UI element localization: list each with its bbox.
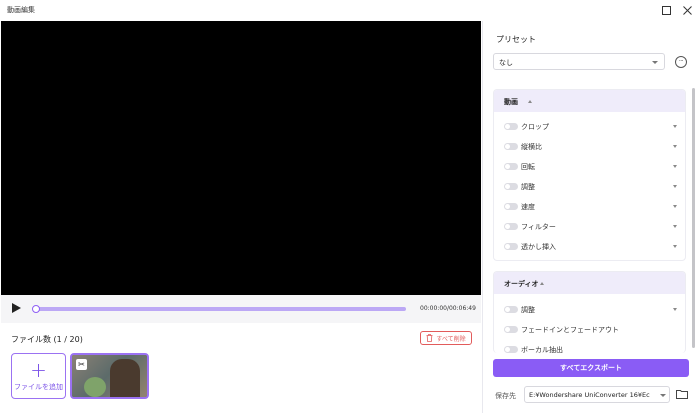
plus-icon: + bbox=[30, 357, 47, 382]
video-option-speed[interactable]: 速度 bbox=[504, 201, 682, 213]
chevron-down-icon[interactable] bbox=[673, 185, 677, 188]
audio-section-header[interactable]: オーディオ bbox=[494, 272, 685, 294]
option-label: 速度 bbox=[521, 203, 535, 211]
progress-track[interactable] bbox=[36, 307, 406, 311]
title-bar: 動画編集 bbox=[0, 0, 700, 20]
save-location-label: 保存先 bbox=[495, 392, 516, 400]
fade-toggle[interactable] bbox=[504, 326, 518, 333]
window-title: 動画編集 bbox=[7, 6, 35, 14]
audio-option-fade[interactable]: フェードインとフェードアウト bbox=[504, 324, 682, 336]
video-option-aspect-ratio[interactable]: 縦横比 bbox=[504, 141, 682, 153]
chevron-up-icon bbox=[528, 100, 532, 103]
play-icon[interactable] bbox=[12, 303, 21, 313]
chevron-down-icon[interactable] bbox=[673, 145, 677, 148]
option-label: 回転 bbox=[521, 163, 535, 171]
video-section-header[interactable]: 動画 bbox=[494, 90, 685, 112]
aspect-ratio-toggle[interactable] bbox=[504, 143, 518, 150]
player-controls: 00:00:00/00:06:49 bbox=[1, 295, 481, 323]
video-option-rotate[interactable]: 回転 bbox=[504, 161, 682, 173]
save-path-value: E:¥Wondershare UniConverter 16¥Ec bbox=[529, 391, 650, 399]
delete-all-label: すべて削除 bbox=[436, 335, 466, 343]
chevron-down-icon[interactable] bbox=[673, 165, 677, 168]
watermark-toggle[interactable] bbox=[504, 243, 518, 250]
preset-select[interactable]: なし bbox=[493, 53, 665, 70]
video-preview[interactable] bbox=[1, 21, 481, 295]
option-label: フェードインとフェードアウト bbox=[521, 326, 619, 334]
crop-toggle[interactable] bbox=[504, 123, 518, 130]
option-label: ボーカル抽出 bbox=[521, 346, 563, 353]
audio-option-vocal-extract[interactable]: ボーカル抽出 bbox=[504, 344, 682, 353]
progress-handle[interactable] bbox=[32, 305, 40, 313]
chevron-down-icon bbox=[660, 394, 666, 397]
scissors-icon[interactable]: ✂ bbox=[76, 359, 87, 370]
close-icon[interactable] bbox=[680, 3, 694, 17]
chevron-down-icon[interactable] bbox=[673, 225, 677, 228]
audio-adjust-toggle[interactable] bbox=[504, 306, 518, 313]
folder-icon[interactable] bbox=[676, 389, 688, 399]
option-label: フィルター bbox=[521, 223, 556, 231]
audio-section-title: オーディオ bbox=[504, 280, 539, 288]
file-count: ファイル数 (1 / 20) bbox=[11, 335, 83, 344]
adjust-toggle[interactable] bbox=[504, 183, 518, 190]
audio-option-adjust[interactable]: 調整 bbox=[504, 304, 682, 316]
time-display: 00:00:00/00:06:49 bbox=[420, 305, 476, 312]
chevron-down-icon[interactable] bbox=[673, 205, 677, 208]
export-all-button[interactable]: すべてエクスポート bbox=[493, 359, 689, 377]
option-label: 調整 bbox=[521, 183, 535, 191]
preset-value: なし bbox=[499, 59, 513, 67]
chevron-down-icon[interactable] bbox=[673, 125, 677, 128]
trash-icon bbox=[426, 334, 433, 342]
video-section-title: 動画 bbox=[504, 98, 518, 106]
add-file-button[interactable]: + ファイルを追加 bbox=[11, 353, 66, 399]
audio-section: オーディオ 調整 フェードインとフェードアウト ボーカル抽出 bbox=[493, 271, 686, 353]
video-option-crop[interactable]: クロップ bbox=[504, 121, 682, 133]
option-label: 縦横比 bbox=[521, 143, 542, 151]
save-location-select[interactable]: E:¥Wondershare UniConverter 16¥Ec bbox=[524, 386, 670, 403]
preset-label: プリセット bbox=[496, 35, 536, 44]
chevron-down-icon[interactable] bbox=[673, 308, 677, 311]
thumbnail-plant bbox=[84, 377, 106, 397]
panel-scrollbar[interactable] bbox=[692, 88, 695, 348]
option-label: クロップ bbox=[521, 123, 549, 131]
option-label: 調整 bbox=[521, 306, 535, 314]
chevron-down-icon[interactable] bbox=[673, 245, 677, 248]
thumbnail-person bbox=[110, 359, 140, 397]
filter-toggle[interactable] bbox=[504, 223, 518, 230]
chevron-up-icon bbox=[540, 282, 544, 285]
chevron-down-icon bbox=[652, 61, 658, 64]
video-option-filter[interactable]: フィルター bbox=[504, 221, 682, 233]
video-option-adjust[interactable]: 調整 bbox=[504, 181, 682, 193]
video-thumbnail[interactable]: ✂ bbox=[70, 353, 149, 399]
vocal-extract-toggle[interactable] bbox=[504, 346, 518, 353]
video-option-watermark[interactable]: 透かし挿入 bbox=[504, 241, 682, 253]
video-section: 動画 クロップ 縦横比 回転 調整 速度 フィルター 透かし挿入 bbox=[493, 89, 686, 261]
speed-toggle[interactable] bbox=[504, 203, 518, 210]
option-label: 透かし挿入 bbox=[521, 243, 556, 251]
maximize-icon[interactable] bbox=[659, 3, 673, 17]
rotate-toggle[interactable] bbox=[504, 163, 518, 170]
add-file-label: ファイルを追加 bbox=[14, 382, 63, 391]
more-icon[interactable]: ··· bbox=[675, 56, 687, 68]
delete-all-button[interactable]: すべて削除 bbox=[420, 331, 472, 345]
